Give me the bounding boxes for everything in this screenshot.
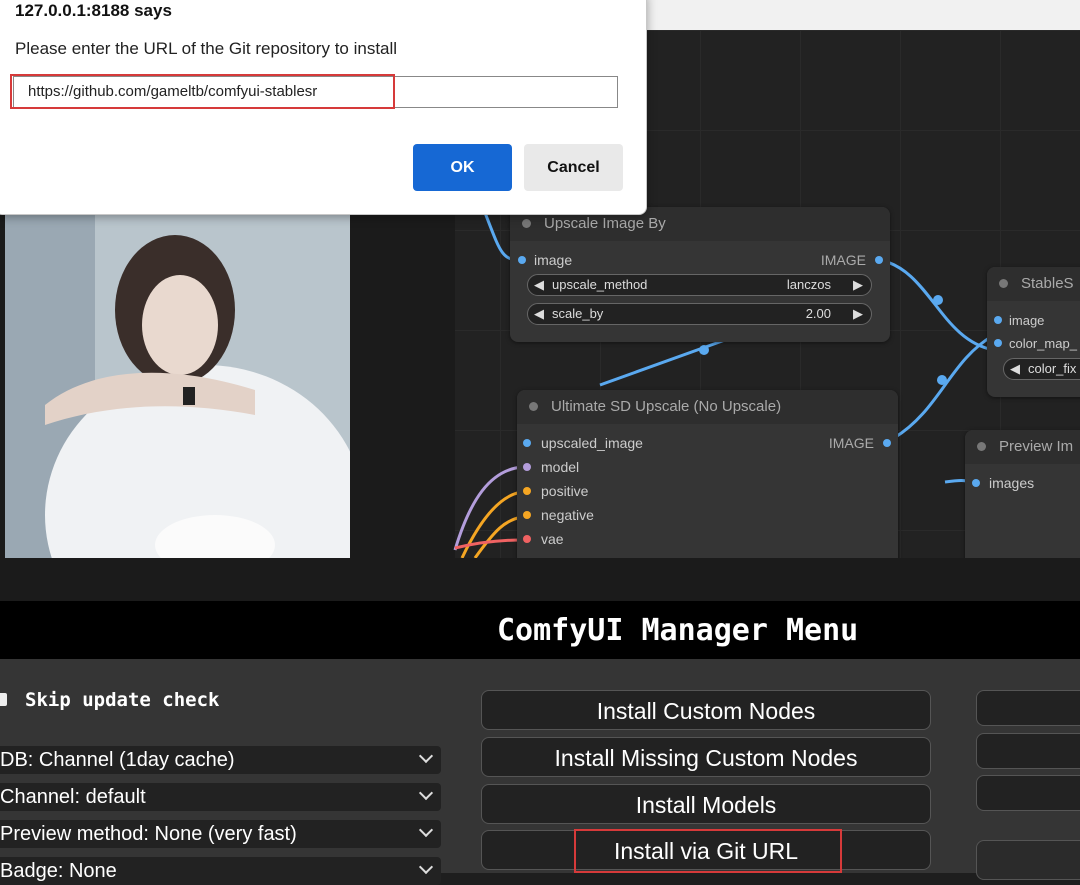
chevron-down-icon xyxy=(418,785,434,801)
arrow-left-icon[interactable]: ◀ xyxy=(534,304,544,324)
input-slot-dot[interactable] xyxy=(523,511,531,519)
node-upscale-image-by[interactable]: Upscale Image By image IMAGE ◀ upscale_m… xyxy=(510,207,890,342)
highlight-box-git-url xyxy=(574,829,842,873)
input-slot-dot[interactable] xyxy=(523,439,531,447)
output-image-label: IMAGE xyxy=(828,435,874,451)
arrow-left-icon[interactable]: ◀ xyxy=(534,275,544,295)
output-image-label: IMAGE xyxy=(820,252,866,268)
chevron-down-icon xyxy=(418,748,434,764)
dialog-message: Please enter the URL of the Git reposito… xyxy=(15,39,398,58)
right-column-button-3[interactable] xyxy=(976,775,1080,811)
manager-panel: Skip update check DB: Channel (1day cach… xyxy=(0,659,1080,885)
input-slot-dot[interactable] xyxy=(523,463,531,471)
arrow-right-icon[interactable]: ▶ xyxy=(853,304,863,324)
link-vae xyxy=(454,538,523,550)
node-header[interactable]: Preview Im xyxy=(965,430,1080,464)
arrow-right-icon[interactable]: ▶ xyxy=(853,275,863,295)
node-header[interactable]: StableS xyxy=(987,267,1080,301)
cancel-button[interactable]: Cancel xyxy=(524,144,623,191)
collapse-dot[interactable] xyxy=(977,442,986,451)
input-slot-dot[interactable] xyxy=(523,535,531,543)
input-model-label: model xyxy=(541,459,580,475)
right-column-button-1[interactable] xyxy=(976,690,1080,726)
manager-title-bar: ComfyUI Manager Menu xyxy=(0,601,1080,659)
input-image-label: image xyxy=(1009,313,1045,328)
url-prompt-dialog: 127.0.0.1:8188 says Please enter the URL… xyxy=(0,0,647,215)
link-upscale-to-stable xyxy=(879,258,995,352)
collapse-dot[interactable] xyxy=(999,279,1008,288)
skip-update-checkbox[interactable] xyxy=(0,693,7,706)
preview-photo xyxy=(5,215,350,558)
node-header[interactable]: Ultimate SD Upscale (No Upscale) xyxy=(517,390,898,424)
link-ultimate-to-stable xyxy=(893,333,995,440)
input-image-label: image xyxy=(534,252,573,268)
node-stablesr[interactable]: StableS image color_map_ ◀ color_fix xyxy=(987,267,1080,397)
input-vae-label: vae xyxy=(541,531,564,547)
input-color-map-label: color_map_ xyxy=(1009,336,1077,351)
output-slot-dot[interactable] xyxy=(875,256,883,264)
dialog-title: 127.0.0.1:8188 says xyxy=(15,1,172,20)
collapse-dot[interactable] xyxy=(522,219,531,228)
skip-update-label: Skip update check xyxy=(25,689,220,711)
right-column-panel xyxy=(976,840,1080,880)
upscale-method-widget[interactable]: ◀ upscale_method lanczos ▶ xyxy=(527,274,872,296)
install-custom-nodes-button[interactable]: Install Custom Nodes xyxy=(481,690,931,730)
input-slot-dot[interactable] xyxy=(994,339,1002,347)
link-reroute-dot xyxy=(937,375,947,385)
right-column-button-2[interactable] xyxy=(976,733,1080,769)
input-positive-label: positive xyxy=(541,483,589,499)
link-reroute-dot xyxy=(933,295,943,305)
link-positive xyxy=(460,490,523,558)
manager-top-gap xyxy=(0,558,1080,601)
input-negative-label: negative xyxy=(541,507,594,523)
scale-by-widget[interactable]: ◀ scale_by 2.00 ▶ xyxy=(527,303,872,325)
input-slot-dot[interactable] xyxy=(523,487,531,495)
preview-method-select[interactable]: Preview method: None (very fast) xyxy=(0,820,441,848)
output-slot-dot[interactable] xyxy=(883,439,891,447)
input-slot-dot[interactable] xyxy=(972,479,980,487)
link-reroute-dot xyxy=(699,345,709,355)
channel-select[interactable]: Channel: default xyxy=(0,783,441,811)
chevron-down-icon xyxy=(418,859,434,875)
arrow-left-icon[interactable]: ◀ xyxy=(1010,359,1020,379)
color-fix-widget[interactable]: ◀ color_fix xyxy=(1003,358,1080,380)
node-ultimate-sd-upscale[interactable]: Ultimate SD Upscale (No Upscale) upscale… xyxy=(517,390,898,558)
db-select[interactable]: DB: Channel (1day cache) xyxy=(0,746,441,774)
install-models-button[interactable]: Install Models xyxy=(481,784,931,824)
highlight-box-url xyxy=(10,74,395,109)
input-images-label: images xyxy=(989,475,1035,491)
link-model xyxy=(453,465,523,551)
ok-button[interactable]: OK xyxy=(413,144,512,191)
install-missing-custom-nodes-button[interactable]: Install Missing Custom Nodes xyxy=(481,737,931,777)
badge-select[interactable]: Badge: None xyxy=(0,857,441,885)
manager-title: ComfyUI Manager Menu xyxy=(497,613,859,648)
node-preview-image[interactable]: Preview Im images xyxy=(965,430,1080,558)
chevron-down-icon xyxy=(418,822,434,838)
input-upscaled-image-label: upscaled_image xyxy=(541,435,643,451)
input-slot-dot[interactable] xyxy=(994,316,1002,324)
collapse-dot[interactable] xyxy=(529,402,538,411)
input-slot-dot[interactable] xyxy=(518,256,526,264)
